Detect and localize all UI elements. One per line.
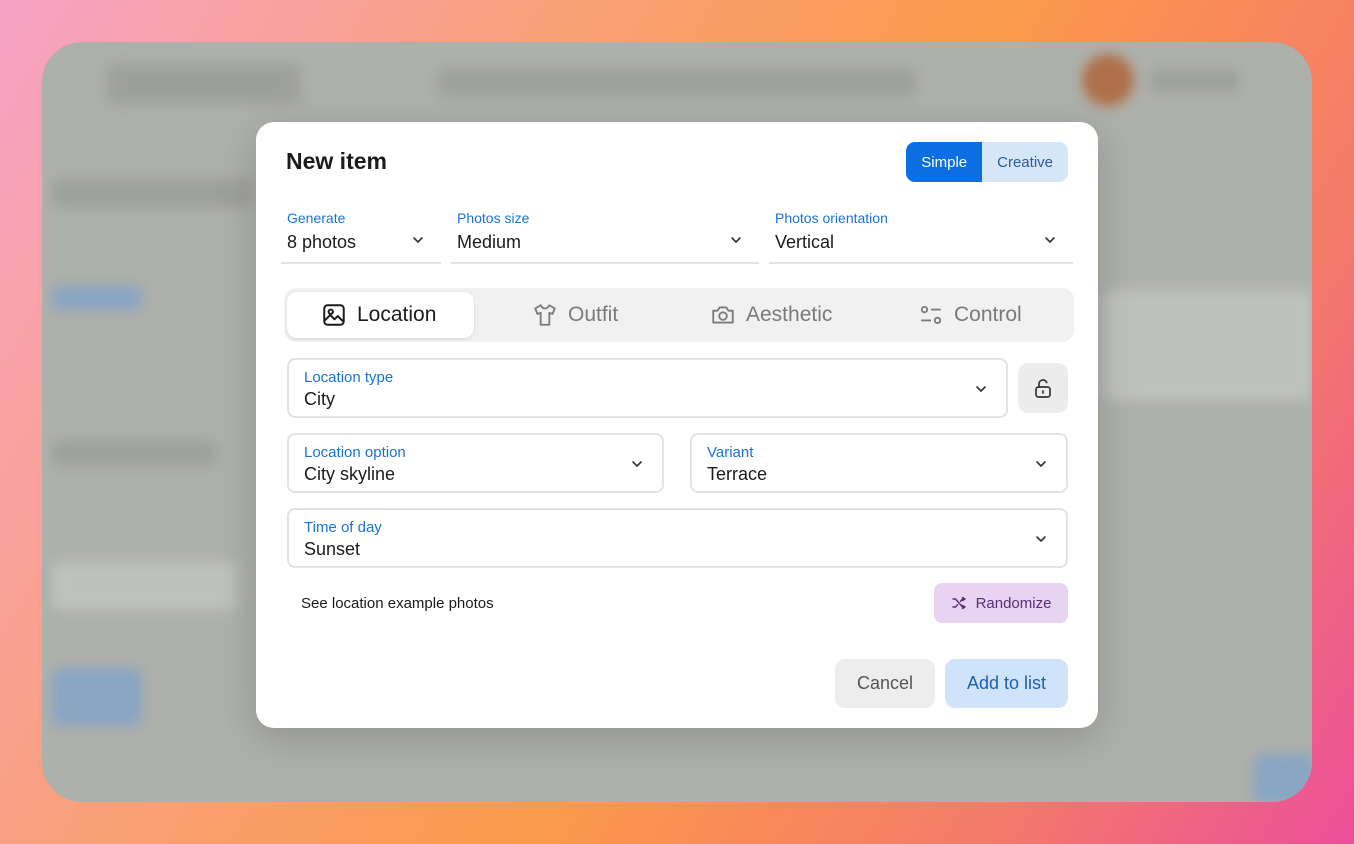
blurred-avatar <box>1082 54 1134 106</box>
blurred-link <box>52 286 142 310</box>
location-type-value: City <box>304 389 335 409</box>
chevron-down-icon <box>1036 536 1046 542</box>
chevron-down-icon <box>731 237 741 243</box>
modal-title: New item <box>286 148 387 174</box>
mode-creative-button[interactable]: Creative <box>982 142 1068 182</box>
time-of-day-label: Time of day <box>304 519 382 536</box>
location-option-select[interactable]: Location option City skyline <box>287 433 664 493</box>
variant-value: Terrace <box>707 464 768 484</box>
blurred-panel <box>1102 290 1312 400</box>
tab-outfit-label: Outfit <box>568 303 619 326</box>
photos-orientation-select[interactable]: Photos orientation Vertical <box>769 206 1073 264</box>
shuffle-icon <box>951 596 966 610</box>
variant-label: Variant <box>707 444 754 461</box>
generate-label: Generate <box>287 210 346 226</box>
unlock-icon <box>1035 379 1051 398</box>
randomize-label: Randomize <box>975 594 1052 612</box>
time-of-day-value: Sunset <box>304 539 361 559</box>
blurred-nav <box>438 68 916 96</box>
chevron-down-icon <box>632 461 642 467</box>
location-type-select[interactable]: Location type City <box>287 358 1008 418</box>
sliders-icon <box>920 305 942 325</box>
time-of-day-select[interactable]: Time of day Sunset <box>287 508 1068 568</box>
generate-select[interactable]: Generate 8 photos <box>281 206 441 264</box>
camera-icon <box>712 306 734 324</box>
tab-outfit[interactable]: Outfit <box>532 292 618 338</box>
shirt-icon <box>534 304 556 326</box>
variant-select[interactable]: Variant Terrace <box>690 433 1068 493</box>
settings-tabs: Location Outfit Aesthetic Control <box>284 288 1074 342</box>
blurred-logo <box>106 64 301 104</box>
lock-toggle-button[interactable] <box>1018 363 1068 413</box>
image-icon <box>323 304 345 326</box>
location-option-label: Location option <box>304 444 406 461</box>
add-to-list-button[interactable]: Add to list <box>945 659 1068 708</box>
blurred-username <box>1150 70 1240 92</box>
new-item-modal: New item Simple Creative Generate 8 phot… <box>256 122 1098 728</box>
photos-orientation-value: Vertical <box>775 232 835 252</box>
tab-location[interactable]: Location <box>287 292 474 338</box>
location-option-value: City skyline <box>304 464 396 484</box>
randomize-button[interactable]: Randomize <box>934 583 1068 623</box>
blurred-subheading <box>52 440 217 466</box>
tab-control-label: Control <box>954 303 1022 326</box>
chevron-down-icon <box>1036 461 1046 467</box>
location-examples-link[interactable]: See location example photos <box>301 595 494 612</box>
chevron-down-icon <box>1045 237 1055 243</box>
chevron-down-icon <box>976 386 986 392</box>
blurred-card <box>52 562 237 610</box>
tab-location-label: Location <box>357 303 437 326</box>
tab-aesthetic-label: Aesthetic <box>746 303 833 326</box>
tab-aesthetic[interactable]: Aesthetic <box>710 292 832 338</box>
photos-size-label: Photos size <box>457 210 530 226</box>
cancel-button[interactable]: Cancel <box>835 659 935 708</box>
blurred-heading <box>52 178 252 208</box>
mode-simple-button[interactable]: Simple <box>906 142 983 182</box>
location-type-label: Location type <box>304 369 394 386</box>
mode-toggle: Simple Creative <box>906 142 1068 182</box>
tab-control[interactable]: Control <box>918 292 1022 338</box>
chevron-down-icon <box>413 237 423 243</box>
photos-orientation-label: Photos orientation <box>775 210 888 226</box>
photos-size-value: Medium <box>457 232 522 252</box>
blurred-button <box>52 668 142 726</box>
blurred-fab <box>1254 754 1312 802</box>
photos-size-select[interactable]: Photos size Medium <box>451 206 759 264</box>
